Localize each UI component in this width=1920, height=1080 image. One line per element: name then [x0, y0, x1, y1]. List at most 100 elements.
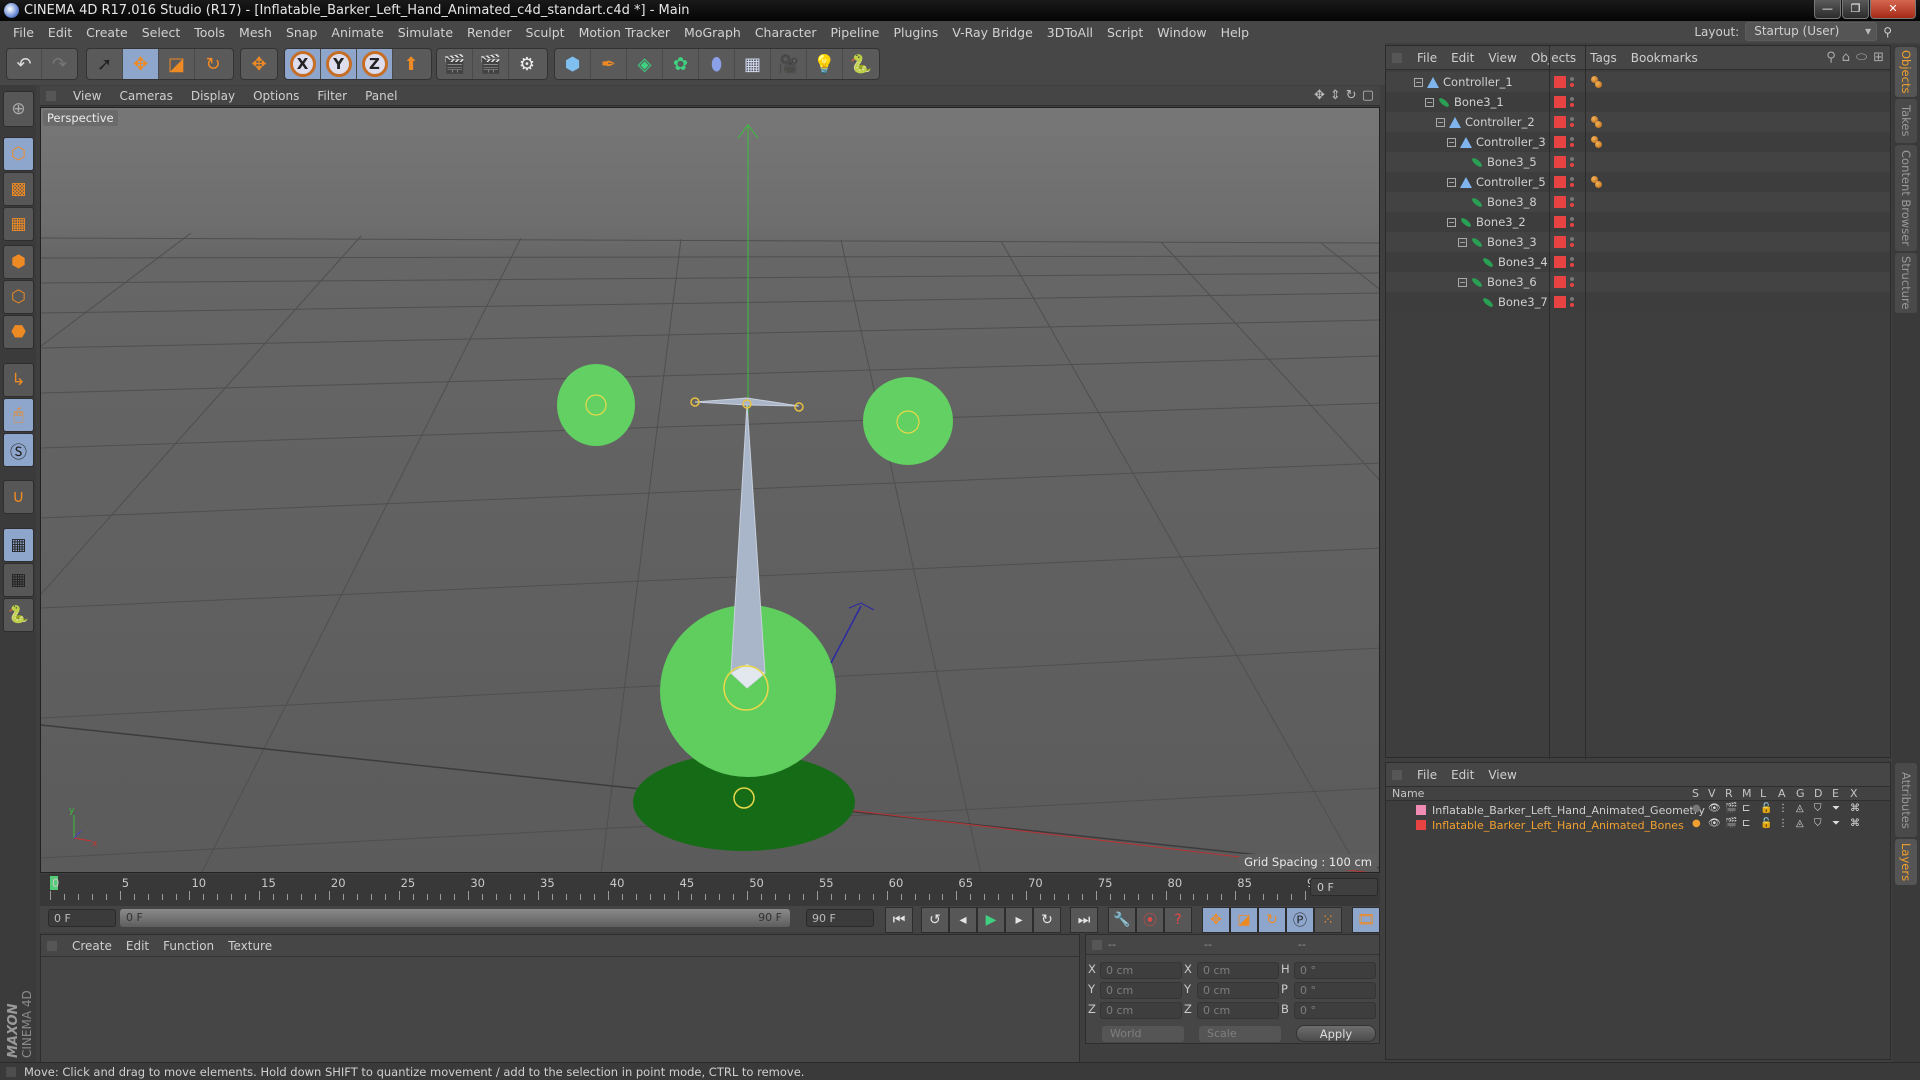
- tweak-mode-button[interactable]: 🖱: [3, 398, 34, 432]
- object-row[interactable]: − Controller_5: [1386, 172, 1890, 192]
- tree-collapse-icon[interactable]: −: [1447, 137, 1456, 147]
- om-menu-objects[interactable]: Objects: [1524, 51, 1583, 65]
- coordinate-value-field[interactable]: 0 °: [1294, 982, 1376, 999]
- panel-grip-icon[interactable]: [1392, 52, 1402, 63]
- new-panel-icon[interactable]: ⊞: [1873, 50, 1884, 65]
- om-menu-bookmarks[interactable]: Bookmarks: [1624, 51, 1705, 65]
- lock-icon[interactable]: 🔓: [1760, 803, 1772, 814]
- menu-sculpt[interactable]: Sculpt: [519, 25, 572, 40]
- object-name[interactable]: Bone3_1: [1454, 95, 1504, 109]
- polygons-mode-button[interactable]: ⬣: [3, 315, 34, 349]
- go-to-start-button[interactable]: ⏮: [885, 907, 913, 933]
- move-button[interactable]: ✥: [123, 49, 159, 79]
- layer-column-name[interactable]: Name: [1392, 787, 1424, 800]
- menu-window[interactable]: Window: [1150, 25, 1213, 40]
- material-menu-edit[interactable]: Edit: [119, 939, 156, 953]
- layer-name[interactable]: Inflatable_Barker_Left_Hand_Animated_Bon…: [1432, 819, 1684, 832]
- keyframe-button[interactable]: 🔧: [1108, 907, 1136, 933]
- object-name[interactable]: Controller_1: [1443, 75, 1513, 89]
- panel-grip-icon[interactable]: [46, 90, 56, 101]
- panel-grip-icon[interactable]: [47, 940, 57, 951]
- panel-grip-icon[interactable]: [1092, 939, 1102, 950]
- object-row[interactable]: − Bone3_1: [1386, 92, 1890, 112]
- layer-color-icon[interactable]: [1554, 196, 1566, 208]
- add-camera-button[interactable]: 🎥: [771, 49, 807, 79]
- render-icon[interactable]: 🎬: [1725, 803, 1737, 814]
- om-menu-file[interactable]: File: [1410, 51, 1444, 65]
- layer-color-icon[interactable]: [1554, 116, 1566, 128]
- layer-column-d[interactable]: D: [1814, 787, 1822, 800]
- add-light-button[interactable]: 💡: [807, 49, 843, 79]
- camera-label[interactable]: Perspective: [43, 110, 118, 126]
- key-position-button[interactable]: ✥: [1202, 907, 1230, 933]
- workplane-lock-button[interactable]: ▦: [3, 528, 34, 562]
- pan-view-icon[interactable]: ✥: [1314, 88, 1325, 103]
- preview-range-slider[interactable]: 0 F 90 F: [120, 909, 790, 927]
- model-mode-button[interactable]: ⬡: [3, 137, 34, 171]
- visibility-toggle[interactable]: [1570, 115, 1575, 129]
- home-icon[interactable]: ⌂: [1842, 50, 1850, 65]
- object-name[interactable]: Bone3_4: [1498, 255, 1548, 269]
- menu-pipeline[interactable]: Pipeline: [824, 25, 887, 40]
- constraint-tag-icon[interactable]: [1591, 136, 1603, 148]
- animation-icon[interactable]: ⋮: [1778, 818, 1788, 829]
- add-cube-button[interactable]: ⬢: [555, 49, 591, 79]
- layer-row[interactable]: Inflatable_Barker_Left_Hand_Animated_Geo…: [1386, 803, 1890, 818]
- coordinate-value-field[interactable]: 0 °: [1294, 1002, 1376, 1019]
- key-rotation-button[interactable]: ↻: [1258, 907, 1286, 933]
- tab-objects[interactable]: Objects: [1895, 47, 1917, 97]
- x-axis-button[interactable]: X: [285, 49, 321, 79]
- rotate-button[interactable]: ↻: [195, 49, 231, 79]
- add-floor-button[interactable]: ▦: [735, 49, 771, 79]
- y-axis-button[interactable]: Y: [321, 49, 357, 79]
- om-menu-tags[interactable]: Tags: [1583, 51, 1624, 65]
- object-name[interactable]: Bone3_8: [1487, 195, 1537, 209]
- go-to-end-button[interactable]: ⏭: [1070, 907, 1098, 933]
- axis-mode-button[interactable]: ↳: [3, 363, 34, 397]
- python-script-button[interactable]: 🐍: [3, 598, 34, 632]
- layer-color-icon[interactable]: [1554, 176, 1566, 188]
- manager-icon[interactable]: ⊏: [1742, 803, 1750, 814]
- viewport-menu-filter[interactable]: Filter: [308, 89, 356, 103]
- generator-icon[interactable]: ◬: [1796, 818, 1804, 829]
- material-menu-function[interactable]: Function: [156, 939, 221, 953]
- layer-color-icon[interactable]: [1554, 276, 1566, 288]
- visibility-toggle[interactable]: [1570, 215, 1575, 229]
- layer-color-icon[interactable]: [1554, 136, 1566, 148]
- visibility-toggle[interactable]: [1570, 95, 1575, 109]
- key-point-level-button[interactable]: ⁙: [1314, 907, 1342, 933]
- object-row[interactable]: − Bone3_3: [1386, 232, 1890, 252]
- joint-handle-right[interactable]: [794, 402, 804, 412]
- layer-color-icon[interactable]: [1554, 216, 1566, 228]
- layer-menu-view[interactable]: View: [1481, 768, 1523, 782]
- zoom-view-icon[interactable]: ⇕: [1330, 88, 1341, 103]
- object-name[interactable]: Controller_3: [1476, 135, 1546, 149]
- object-name[interactable]: Bone3_6: [1487, 275, 1537, 289]
- menu-file[interactable]: File: [6, 25, 41, 40]
- menu-character[interactable]: Character: [748, 25, 824, 40]
- timeline-ruler[interactable]: 051015202530354045505560657075808590: [50, 874, 1322, 904]
- menu-snap[interactable]: Snap: [279, 25, 324, 40]
- autokey-button[interactable]: ?: [1164, 907, 1192, 933]
- menu-animate[interactable]: Animate: [324, 25, 390, 40]
- close-button[interactable]: ✕: [1870, 0, 1916, 19]
- add-deformer-button[interactable]: ⬮: [699, 49, 735, 79]
- layer-column-g[interactable]: G: [1796, 787, 1805, 800]
- coordinate-value-field[interactable]: 0 °: [1294, 962, 1376, 979]
- tab-content-browser[interactable]: Content Browser: [1895, 145, 1917, 251]
- layer-column-l[interactable]: L: [1760, 787, 1766, 800]
- search-icon[interactable]: ⚲: [1826, 50, 1836, 65]
- menu-help[interactable]: Help: [1214, 25, 1257, 40]
- coordinate-mode-dropdown[interactable]: World: [1102, 1026, 1184, 1042]
- expression-icon[interactable]: ⏷: [1832, 818, 1840, 829]
- visibility-toggle[interactable]: [1570, 175, 1575, 189]
- object-row[interactable]: − Controller_2: [1386, 112, 1890, 132]
- bone-main-shape[interactable]: [730, 403, 766, 689]
- make-editable-button[interactable]: ⊕: [3, 91, 34, 127]
- constraint-tag-icon[interactable]: [1591, 116, 1603, 128]
- material-manager[interactable]: Create Edit Function Texture: [40, 934, 1080, 1068]
- render-icon[interactable]: 🎬: [1725, 818, 1737, 829]
- previous-frame-button[interactable]: ◂: [949, 907, 977, 933]
- layer-color-icon[interactable]: [1554, 256, 1566, 268]
- solo-button[interactable]: Ⓢ: [3, 433, 34, 467]
